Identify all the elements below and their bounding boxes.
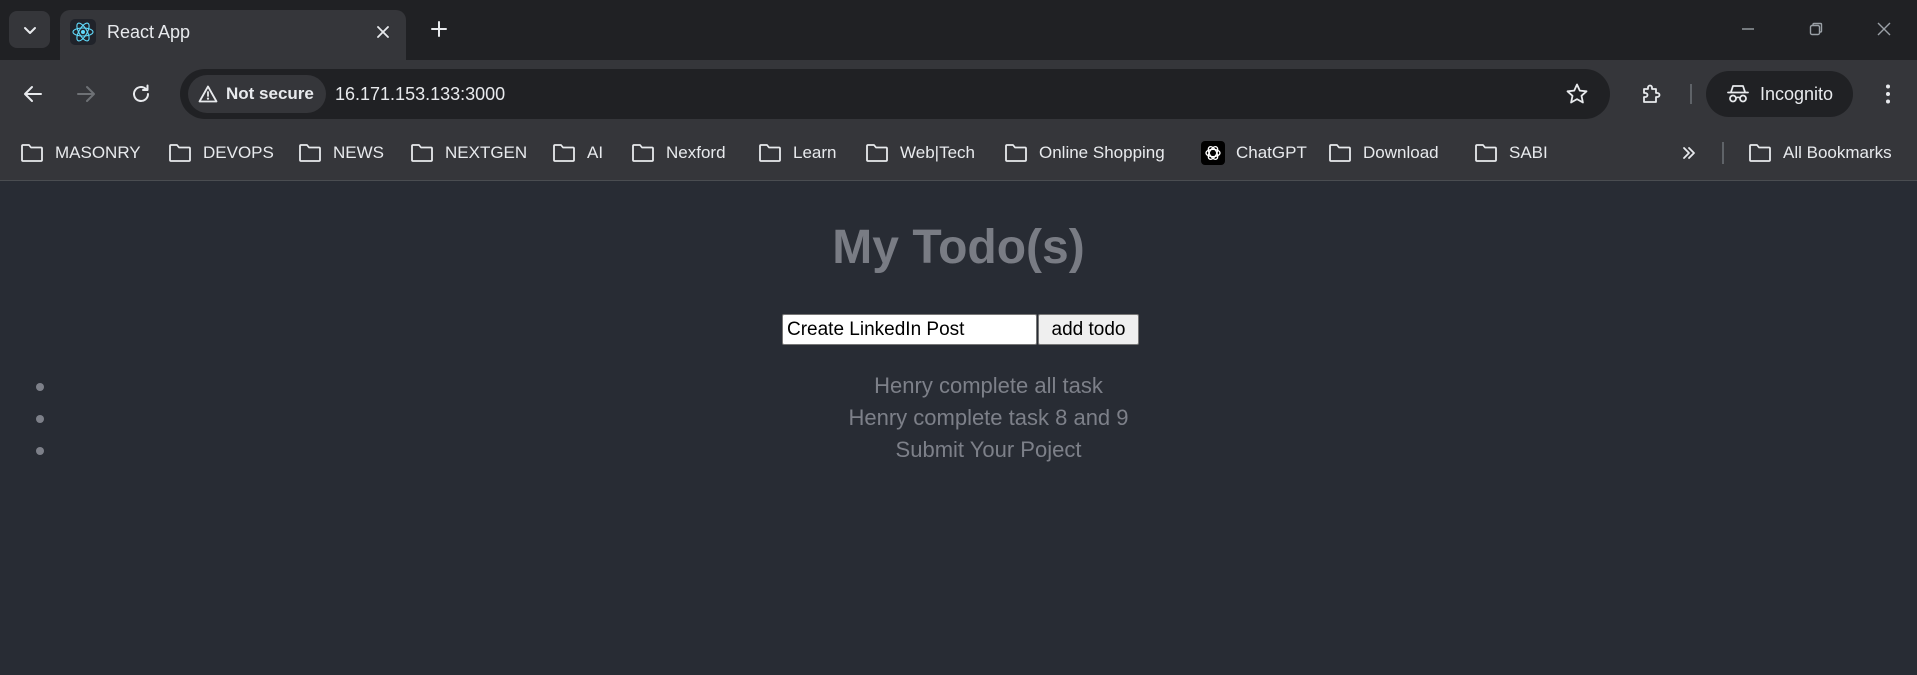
chevron-down-icon (23, 26, 36, 34)
extensions-button[interactable] (1634, 76, 1670, 112)
toolbar-divider (1690, 84, 1692, 104)
kebab-menu-icon (1886, 84, 1890, 104)
folder-icon (759, 144, 781, 162)
bookmark-label: Learn (793, 143, 837, 162)
todo-text: Henry complete all task (874, 373, 1103, 398)
folder-icon (866, 144, 888, 162)
folder-icon (553, 144, 575, 162)
chatgpt-icon (1201, 141, 1225, 165)
all-bookmarks-label: All Bookmarks (1783, 143, 1892, 162)
reload-button[interactable] (123, 76, 159, 112)
bullet-icon (36, 415, 44, 423)
browser-toolbar: Not secure 16.171.153.133:3000 Incognito (0, 60, 1917, 127)
todo-form: add todo (782, 314, 1139, 345)
page-title: My Todo(s) (832, 221, 1085, 274)
todo-item: Henry complete all task (0, 370, 1917, 402)
bookmark-online-shopping[interactable]: Online Shopping (1004, 138, 1165, 168)
reload-icon (133, 84, 149, 102)
close-window-button[interactable] (1869, 14, 1899, 44)
folder-icon (1329, 144, 1351, 162)
close-icon (377, 26, 389, 38)
more-bookmarks-button[interactable] (1676, 140, 1702, 166)
bookmark-label: AI (587, 143, 604, 162)
forward-arrow-icon (77, 86, 95, 102)
add-todo-button[interactable]: add todo (1038, 314, 1139, 345)
folder-icon (1475, 144, 1497, 162)
bookmark-nexford[interactable]: Nexford (631, 138, 726, 168)
bookmark-star-button[interactable] (1562, 79, 1592, 109)
active-tab[interactable]: React App (60, 10, 406, 60)
react-logo-icon (70, 19, 96, 45)
warning-triangle-icon (198, 85, 218, 103)
bookmark-label: NEWS (333, 143, 384, 162)
folder-icon (411, 144, 433, 162)
tab-title: React App (107, 22, 191, 42)
bookmarks-bar: MASONRY DEVOPS NEWS NEXTGEN AI Nexford L… (0, 127, 1917, 181)
todo-input[interactable] (782, 314, 1037, 345)
bookmark-nextgen[interactable]: NEXTGEN (410, 138, 527, 168)
bookmark-masonry[interactable]: MASONRY (20, 138, 141, 168)
incognito-profile-button[interactable]: Incognito (1706, 71, 1853, 117)
folder-icon (299, 144, 321, 162)
todo-text: Submit Your Poject (895, 437, 1082, 462)
security-label: Not secure (226, 84, 314, 103)
bookmark-chatgpt[interactable]: ChatGPT (1201, 138, 1307, 168)
bullet-icon (36, 447, 44, 455)
bookmark-sabi[interactable]: SABI (1474, 138, 1548, 168)
bookmark-web-tech[interactable]: Web|Tech (865, 138, 975, 168)
tab-strip: React App (0, 0, 1917, 60)
bookmark-label: Web|Tech (900, 143, 975, 162)
new-tab-button[interactable] (424, 14, 454, 44)
double-chevron-right-icon (1683, 147, 1695, 159)
folder-icon (1749, 144, 1771, 162)
plus-icon (431, 21, 447, 37)
bookmark-news[interactable]: NEWS (298, 138, 384, 168)
todo-list: Henry complete all task Henry complete t… (0, 370, 1917, 466)
bookmark-label: ChatGPT (1236, 143, 1307, 162)
all-bookmarks-button[interactable]: All Bookmarks (1748, 138, 1892, 168)
bookmark-label: DEVOPS (203, 143, 274, 162)
bookmark-label: Nexford (666, 143, 726, 162)
minimize-button[interactable] (1733, 14, 1763, 44)
todo-item: Submit Your Poject (0, 434, 1917, 466)
url-text[interactable]: 16.171.153.133:3000 (335, 83, 505, 105)
minimize-icon (1742, 28, 1754, 30)
forward-button[interactable] (68, 76, 104, 112)
folder-icon (632, 144, 654, 162)
todo-item: Henry complete task 8 and 9 (0, 402, 1917, 434)
back-arrow-icon (24, 86, 42, 102)
puzzle-piece-icon (1643, 84, 1661, 103)
bookmark-label: Online Shopping (1039, 143, 1165, 162)
bookmark-label: NEXTGEN (445, 143, 528, 162)
menu-button[interactable] (1870, 76, 1906, 112)
bookmark-label: Download (1363, 143, 1439, 162)
bookmark-download[interactable]: Download (1328, 138, 1439, 168)
app-page: My Todo(s) add todo Henry complete all t… (0, 182, 1917, 675)
back-button[interactable] (15, 76, 51, 112)
tab-search-button[interactable] (9, 11, 50, 48)
folder-icon (1005, 144, 1027, 162)
star-icon (1566, 83, 1588, 104)
todo-text: Henry complete task 8 and 9 (848, 405, 1129, 430)
incognito-icon (1727, 85, 1749, 103)
bookmark-learn[interactable]: Learn (758, 138, 836, 168)
restore-button[interactable] (1801, 14, 1831, 44)
folder-icon (21, 144, 43, 162)
address-bar[interactable]: Not secure 16.171.153.133:3000 (180, 69, 1610, 119)
bookmark-devops[interactable]: DEVOPS (168, 138, 274, 168)
bookmark-label: MASONRY (55, 143, 141, 162)
profile-label: Incognito (1759, 83, 1834, 104)
security-indicator[interactable]: Not secure (188, 75, 326, 113)
bookmark-ai[interactable]: AI (552, 138, 603, 168)
restore-icon (1809, 22, 1823, 36)
folder-icon (169, 144, 191, 162)
bookmark-label: SABI (1509, 143, 1548, 162)
tab-close-button[interactable] (370, 19, 396, 45)
bookmarks-divider (1722, 142, 1724, 164)
close-icon (1877, 22, 1891, 36)
bullet-icon (36, 383, 44, 391)
